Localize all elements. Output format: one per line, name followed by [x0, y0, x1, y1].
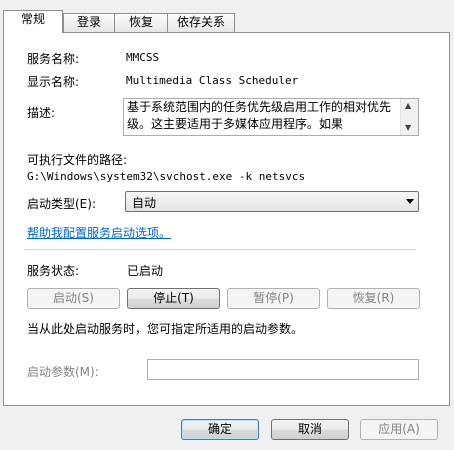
service-name-value: MMCSS	[126, 51, 160, 64]
service-name-label: 服务名称:	[27, 52, 80, 66]
path-value: G:\Windows\system32\svchost.exe -k netsv…	[27, 170, 306, 183]
display-name-label: 显示名称:	[27, 75, 80, 89]
display-name-value: Multimedia Class Scheduler	[126, 74, 299, 87]
resume-button[interactable]: 恢复(R)	[327, 288, 420, 309]
apply-button[interactable]: 应用(A)	[360, 419, 438, 440]
scroll-up-icon[interactable]: ▲	[405, 101, 411, 110]
start-params-label: 启动参数(M):	[27, 365, 99, 379]
start-params-input[interactable]	[147, 359, 419, 380]
cancel-button[interactable]: 取消	[271, 419, 349, 440]
ok-button[interactable]: 确定	[181, 419, 259, 440]
description-scrollbar[interactable]: ▲ ▼	[400, 99, 418, 135]
help-link[interactable]: 帮助我配置服务启动选项。	[27, 224, 171, 241]
description-label: 描述:	[27, 106, 56, 120]
startup-type-value: 自动	[132, 196, 157, 210]
startup-type-select[interactable]: 自动	[125, 191, 419, 212]
pause-button[interactable]: 暂停(P)	[227, 288, 320, 309]
status-label: 服务状态:	[27, 264, 80, 278]
path-label: 可执行文件的路径:	[27, 153, 128, 167]
start-button[interactable]: 启动(S)	[27, 288, 120, 309]
description-box[interactable]: 基于系统范围内的任务优先级启用工作的相对优先级。这主要适用于多媒体应用程序。如果…	[123, 98, 419, 136]
divider	[24, 249, 416, 250]
scroll-down-icon[interactable]: ▼	[405, 123, 411, 132]
chevron-down-icon	[406, 199, 414, 204]
description-text: 基于系统范围内的任务优先级启用工作的相对优先级。这主要适用于多媒体应用程序。如果	[127, 100, 392, 131]
status-value: 已启动	[127, 264, 164, 278]
stop-button[interactable]: 停止(T)	[127, 288, 220, 309]
hint-text: 当从此处启动服务时，您可指定所适用的启动参数。	[27, 322, 304, 336]
startup-type-label: 启动类型(E):	[27, 197, 96, 211]
